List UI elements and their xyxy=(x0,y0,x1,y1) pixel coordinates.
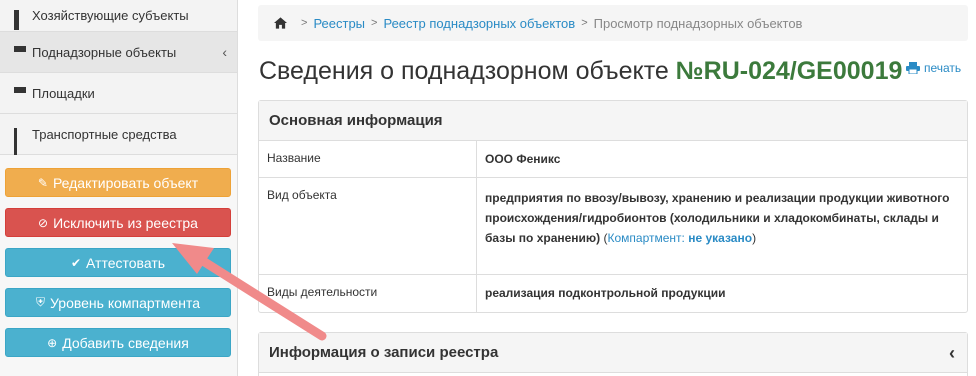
breadcrumb-link-supervised-registry[interactable]: Реестр поднадзорных объектов xyxy=(383,16,575,31)
plus-circle-icon: ⊕ xyxy=(47,335,58,350)
chevron-left-icon[interactable]: ‹ xyxy=(949,343,955,364)
chevron-right-icon: > xyxy=(301,17,308,29)
sidebar-item-label: Площадки xyxy=(32,85,95,101)
button-label: Уровень компартмента xyxy=(50,294,200,311)
sidebar-item-label: Поднадзорные объекты xyxy=(32,44,177,60)
home-icon[interactable] xyxy=(274,17,287,29)
ban-icon: ⊘ xyxy=(38,215,49,230)
row-key: Название xyxy=(259,141,477,177)
row-key: Виды деятельности xyxy=(259,275,477,312)
breadcrumb: > Реестры > Реестр поднадзорных объектов… xyxy=(258,5,968,41)
compartment-value: не указано xyxy=(688,231,753,245)
pencil-icon: ✎ xyxy=(37,175,48,190)
row-key: Вид объекта xyxy=(259,178,477,274)
sidebar-item-sites[interactable]: Площадки xyxy=(0,73,237,114)
table-row: Виды деятельности реализация подконтроль… xyxy=(259,275,967,312)
button-label: Добавить сведения xyxy=(62,334,189,351)
shield-icon: ⛨ xyxy=(36,295,46,309)
main-content: > Реестры > Реестр поднадзорных объектов… xyxy=(258,0,968,41)
exclude-from-registry-button[interactable]: ⊘ Исключить из реестра xyxy=(5,208,231,237)
print-link[interactable]: печать xyxy=(906,61,961,75)
page-title: Сведения о поднадзорном объекте №RU-024/… xyxy=(259,57,902,86)
list-icon xyxy=(14,46,26,58)
compartment-level-button[interactable]: ⛨ Уровень компартмента xyxy=(5,288,231,317)
row-value: ООО Феникс xyxy=(485,152,561,166)
attest-button[interactable]: ✔ Аттестовать xyxy=(5,248,231,277)
row-value: реализация подконтрольной продукции xyxy=(485,286,726,300)
page-title-text: Сведения о поднадзорном объекте xyxy=(259,57,669,85)
panel-heading: Информация о записи реестра xyxy=(259,333,967,373)
compartment-link[interactable]: Компартмент: не указано xyxy=(608,231,753,245)
object-number: №RU-024/GE00019 xyxy=(675,57,903,85)
button-label: Аттестовать xyxy=(86,254,166,271)
grid-small-icon xyxy=(14,128,26,155)
panel-heading: Основная информация xyxy=(259,101,967,141)
add-info-button[interactable]: ⊕ Добавить сведения xyxy=(5,328,231,357)
table-row: Название ООО Феникс xyxy=(259,141,967,178)
grid-icon xyxy=(14,9,26,30)
sidebar-item-supervised-objects[interactable]: Поднадзорные объекты ‹ xyxy=(0,32,237,73)
table-row: Вид объекта предприятия по ввозу/вывозу,… xyxy=(259,178,967,275)
chevron-right-icon: > xyxy=(581,17,588,29)
chevron-left-icon: ‹ xyxy=(222,44,227,60)
row-value: предприятия по ввозу/вывозу, хранению и … xyxy=(485,191,950,245)
sidebar-item-business-entities[interactable]: Хозяйствующие субъекты xyxy=(0,0,237,32)
sidebar-item-label: Хозяйствующие субъекты xyxy=(32,8,189,23)
button-label: Исключить из реестра xyxy=(53,214,198,231)
compartment-label: Компартмент: xyxy=(607,231,685,245)
main-info-panel: Основная информация Название ООО Феникс … xyxy=(258,100,968,313)
sidebar-item-label: Транспортные средства xyxy=(32,126,177,142)
registry-info-panel[interactable]: Информация о записи реестра ‹ xyxy=(258,332,968,376)
print-label: печать xyxy=(924,61,962,75)
button-label: Редактировать объект xyxy=(52,174,199,191)
chevron-right-icon: > xyxy=(371,17,378,29)
list-alt-icon xyxy=(14,87,26,99)
sidebar: Хозяйствующие субъекты Поднадзорные объе… xyxy=(0,0,238,376)
print-icon xyxy=(906,62,920,74)
check-icon: ✔ xyxy=(70,255,82,270)
edit-object-button[interactable]: ✎ Редактировать объект xyxy=(5,168,231,197)
sidebar-item-vehicles[interactable]: Транспортные средства xyxy=(0,114,237,155)
breadcrumb-link-registries[interactable]: Реестры xyxy=(313,16,365,31)
breadcrumb-current: Просмотр поднадзорных объектов xyxy=(593,15,803,31)
